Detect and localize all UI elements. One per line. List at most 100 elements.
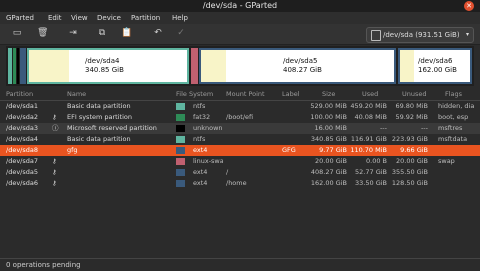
col-filesystem[interactable]: File System <box>176 89 213 100</box>
col-used[interactable]: Used <box>362 89 378 100</box>
cell-used: 110.70 MiB <box>350 146 387 154</box>
diskmap-sda4-used <box>29 50 69 82</box>
col-label[interactable]: Label <box>282 89 300 100</box>
key-icon: ⚷ <box>52 179 57 187</box>
title-bar: /dev/sda - GParted ✕ <box>0 0 480 12</box>
device-selector[interactable]: /dev/sda (931.51 GiB) ▾ <box>366 27 474 43</box>
table-row[interactable]: ⚷/dev/sda6 ext4/home 162.00 GiB 33.50 GiB 12… <box>0 178 480 189</box>
disk-icon <box>371 30 381 41</box>
cell-unused: 223.93 GiB <box>391 135 428 143</box>
diskmap-sda6[interactable]: /dev/sda6 162.00 GiB <box>398 48 472 84</box>
table-row[interactable]: ⚷/dev/sda7linux-swap20.00 GiB0.00 B20.00… <box>0 156 480 167</box>
key-icon: ⚷ <box>52 113 57 121</box>
cell-unused: 128.50 GiB <box>391 179 428 187</box>
diskmap-sda4-name: /dev/sda4 <box>85 57 120 65</box>
table-row[interactable]: ⚷ /dev/sda2 EFI system partition fat32/boot… <box>0 112 480 123</box>
info-icon: ⓘ <box>52 124 59 132</box>
toolbar: ▭ 🗑 ⇥ ⧉ 📋 ↶ ✓ /dev/sda (931.51 GiB) ▾ <box>0 24 480 45</box>
cell-fs: unknown <box>193 124 223 132</box>
close-button[interactable]: ✕ <box>464 1 474 11</box>
table-row[interactable]: ⚷/dev/sda5 ext4/408.27 GiB 52.77 GiB 355.50… <box>0 167 480 178</box>
menu-gparted[interactable]: GParted <box>6 12 34 24</box>
diskmap-sda4[interactable]: /dev/sda4 340.85 GiB <box>27 48 189 84</box>
cell-name: Basic data partition <box>67 135 131 143</box>
col-flags[interactable]: Flags <box>445 89 462 100</box>
cell-fs: ext4 <box>193 146 208 154</box>
menu-edit[interactable]: Edit <box>48 12 62 24</box>
cell-used: 116.91 GiB <box>350 135 387 143</box>
cell-fs: fat32 <box>193 113 211 121</box>
table-row[interactable]: /dev/sda4 Basic data partition ntfs 340.85 … <box>0 134 480 145</box>
cell-partition: /dev/sda8 <box>6 146 38 154</box>
cell-partition: /dev/sda6 <box>6 179 38 187</box>
resize-move-icon[interactable]: ⇥ <box>68 28 78 38</box>
copy-icon[interactable]: ⧉ <box>97 28 107 38</box>
cell-flags: msftdata <box>438 135 468 143</box>
diskmap-sda5-used <box>201 50 227 82</box>
cell-flags: boot, esp <box>438 113 469 121</box>
cell-unused: 69.80 MiB <box>395 102 428 110</box>
filesystem-swatch <box>176 114 185 121</box>
cell-unused: 20.00 GiB <box>396 157 428 165</box>
diskmap-sda5-name: /dev/sda5 <box>283 57 318 65</box>
diskmap-sda6-size: 162.00 GiB <box>418 66 457 74</box>
diskmap-sda1[interactable] <box>8 48 12 84</box>
cell-mount: /boot/efi <box>226 113 254 121</box>
undo-icon[interactable]: ↶ <box>153 28 163 38</box>
cell-used: 40.08 MiB <box>354 113 387 121</box>
col-partition[interactable]: Partition <box>6 89 33 100</box>
cell-partition: /dev/sda3 <box>6 124 38 132</box>
diskmap-sda3[interactable] <box>17 48 19 84</box>
filesystem-swatch <box>176 125 185 132</box>
filesystem-swatch <box>176 158 185 165</box>
cell-partition: /dev/sda4 <box>6 135 38 143</box>
cell-fs: ext4 <box>193 168 208 176</box>
diskmap-sda6-label: /dev/sda6 162.00 GiB <box>418 57 457 75</box>
cell-unused: 355.50 GiB <box>391 168 428 176</box>
cell-partition: /dev/sda2 <box>6 113 38 121</box>
diskmap-sda6-used <box>400 50 414 82</box>
table-row[interactable]: ⓘ /dev/sda3 Microsoft reserved partition un… <box>0 123 480 134</box>
diskmap-sda2[interactable] <box>13 48 16 84</box>
cell-name: Basic data partition <box>67 102 131 110</box>
cell-used: 459.20 MiB <box>350 102 387 110</box>
delete-icon[interactable]: 🗑 <box>37 28 48 38</box>
cell-mount: / <box>226 168 229 176</box>
diskmap-sda8[interactable] <box>20 48 26 84</box>
col-mountpoint[interactable]: Mount Point <box>226 89 265 100</box>
menu-bar: GParted Edit View Device Partition Help <box>0 12 480 24</box>
chevron-down-icon: ▾ <box>465 31 469 38</box>
device-label: /dev/sda (931.51 GiB) <box>383 31 460 39</box>
menu-partition[interactable]: Partition <box>131 12 160 24</box>
diskmap-sda5[interactable]: /dev/sda5 408.27 GiB <box>199 48 396 84</box>
cell-unused: 59.92 MiB <box>395 113 428 121</box>
filesystem-swatch <box>176 136 185 143</box>
disk-map: /dev/sda4 340.85 GiB /dev/sda5 408.27 Gi… <box>6 46 474 86</box>
table-row[interactable]: /dev/sda8 gfg ext4 GFG 9.77 GiB 110.70 MiB 9.6… <box>0 145 480 156</box>
diskmap-sda7[interactable] <box>191 48 198 84</box>
paste-icon[interactable]: 📋 <box>121 28 132 38</box>
cell-flags: msftres <box>438 124 463 132</box>
table-row[interactable]: /dev/sda1 Basic data partition ntfs 529.00 … <box>0 101 480 112</box>
cell-fs: linux-swap <box>193 157 223 165</box>
cell-name: EFI system partition <box>67 113 132 121</box>
cell-partition: /dev/sda5 <box>6 168 38 176</box>
col-size[interactable]: Size <box>322 89 335 100</box>
col-unused[interactable]: Unused <box>402 89 427 100</box>
cell-used: 52.77 GiB <box>355 168 387 176</box>
menu-device[interactable]: Device <box>97 12 121 24</box>
menu-help[interactable]: Help <box>172 12 188 24</box>
menu-view[interactable]: View <box>71 12 88 24</box>
cell-partition: /dev/sda7 <box>6 157 38 165</box>
cell-used: 0.00 B <box>366 157 387 165</box>
diskmap-sda4-size: 340.85 GiB <box>85 66 124 74</box>
cell-unused: --- <box>420 124 428 132</box>
filesystem-swatch <box>176 169 185 176</box>
col-name[interactable]: Name <box>67 89 86 100</box>
cell-used: --- <box>379 124 387 132</box>
cell-used: 33.50 GiB <box>355 179 387 187</box>
filesystem-swatch <box>176 147 185 154</box>
new-icon[interactable]: ▭ <box>12 28 22 38</box>
apply-icon[interactable]: ✓ <box>176 28 186 38</box>
cell-name: Microsoft reserved partition <box>67 124 157 132</box>
